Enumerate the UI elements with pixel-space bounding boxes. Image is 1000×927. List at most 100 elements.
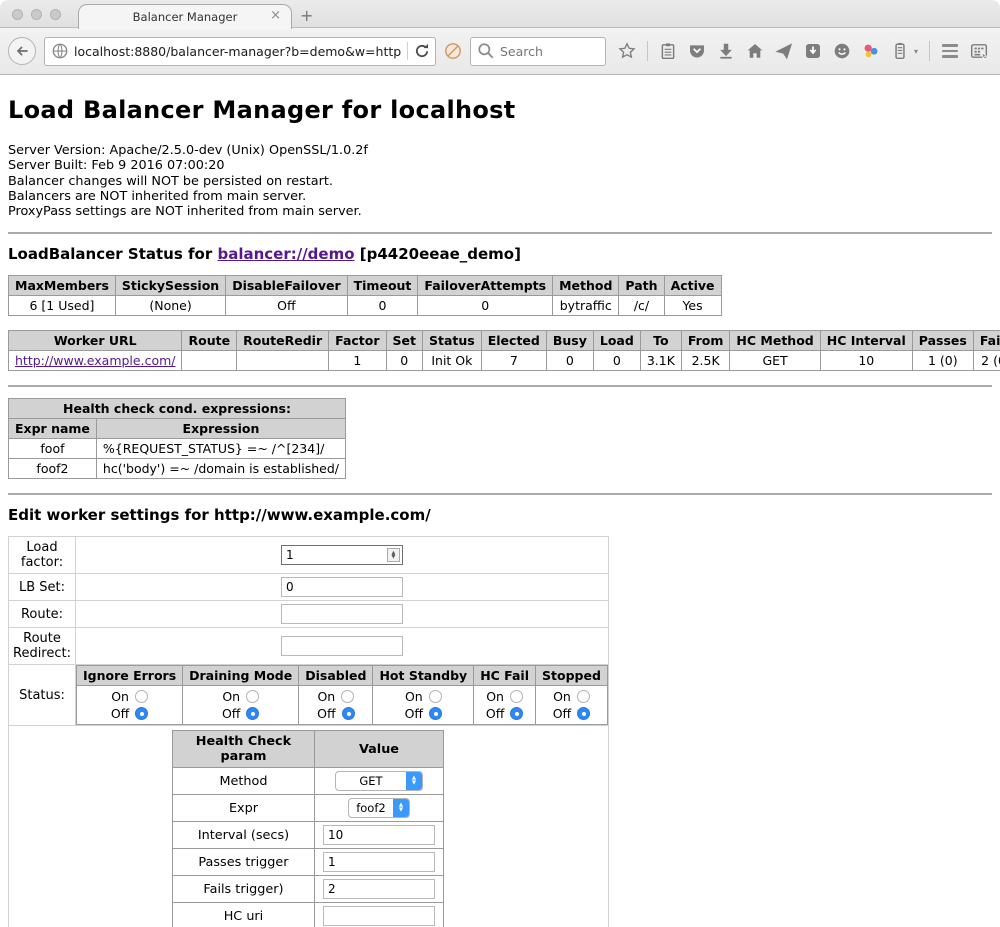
new-tab-button[interactable]: + xyxy=(300,6,313,25)
proxypass-notice-line: ProxyPass settings are NOT inherited fro… xyxy=(8,204,992,219)
url-bar[interactable] xyxy=(44,37,436,66)
menu-icon[interactable] xyxy=(941,42,959,60)
stopped-off-radio[interactable] xyxy=(577,707,590,720)
column-header: DisableFailover xyxy=(226,276,347,296)
route-redir-value xyxy=(237,351,329,371)
column-header: Timeout xyxy=(347,276,418,296)
close-window-button[interactable] xyxy=(12,9,23,20)
sticky-session-value: (None) xyxy=(115,296,225,316)
select-arrows-icon: ▲▼ xyxy=(393,798,409,818)
column-header: HC Method xyxy=(730,331,820,351)
load-factor-label: Load factor: xyxy=(9,537,76,574)
from-value: 2.5K xyxy=(681,351,730,371)
title-bar: Balancer Manager × + xyxy=(0,0,1000,28)
column-header: Status xyxy=(423,331,482,351)
column-header: Expression xyxy=(96,419,345,439)
home-icon[interactable] xyxy=(746,42,764,60)
save-page-icon[interactable] xyxy=(804,42,822,60)
ignore-errors-on-radio[interactable] xyxy=(135,690,148,703)
hello-smiley-icon[interactable] xyxy=(833,42,851,60)
search-bar[interactable] xyxy=(470,37,606,66)
balancer-demo-link[interactable]: balancer://demo xyxy=(217,245,354,263)
reload-icon[interactable] xyxy=(413,42,431,60)
column-header: Value xyxy=(314,731,444,768)
column-header: Route xyxy=(182,331,237,351)
column-header: Method xyxy=(553,276,619,296)
pocket-icon[interactable] xyxy=(688,42,706,60)
window-controls xyxy=(12,9,61,20)
bookmark-star-icon[interactable] xyxy=(618,42,636,60)
draining-mode-off-radio[interactable] xyxy=(246,707,259,720)
radio-label-off: Off xyxy=(317,706,335,721)
zoom-window-button[interactable] xyxy=(50,9,61,20)
radio-label-off: Off xyxy=(222,706,240,721)
load-factor-input[interactable] xyxy=(281,545,403,565)
colored-dots-icon[interactable] xyxy=(862,42,880,60)
browser-tab[interactable]: Balancer Manager × xyxy=(78,4,292,29)
hc-expr-selected-value: foof2 xyxy=(349,801,393,815)
hot-standby-on-radio[interactable] xyxy=(429,690,442,703)
tab-close-icon[interactable]: × xyxy=(270,8,281,23)
hc-expr-label: Expr xyxy=(173,795,314,822)
disabled-off-radio[interactable] xyxy=(342,707,355,720)
disabled-on-radio[interactable] xyxy=(341,690,354,703)
column-header: Passes xyxy=(912,331,973,351)
hc-expr-row: Expr foof2 ▲▼ xyxy=(173,795,444,822)
worker-url-link[interactable]: http://www.example.com/ xyxy=(15,353,175,368)
stopped-on-radio[interactable] xyxy=(577,690,590,703)
battery-clipboard-icon[interactable] xyxy=(891,42,909,60)
lb-set-input[interactable] xyxy=(281,577,403,597)
draining-mode-on-radio[interactable] xyxy=(246,690,259,703)
download-icon[interactable] xyxy=(717,42,735,60)
page-title: Load Balancer Manager for localhost xyxy=(8,75,992,124)
browser-window: Balancer Manager × + xyxy=(0,0,1000,927)
hc-method-label: Method xyxy=(173,768,314,795)
hc-expr-select[interactable]: foof2 ▲▼ xyxy=(348,798,410,818)
form-row-status: Status: Ignore Errors Draining Mode Disa… xyxy=(9,665,609,726)
number-stepper-icon[interactable]: ▲▼ xyxy=(387,548,400,562)
heading-prefix: LoadBalancer Status for xyxy=(8,245,217,263)
status-header-row: Ignore Errors Draining Mode Disabled Hot… xyxy=(77,666,608,686)
hc-uri-input[interactable] xyxy=(323,906,435,926)
passes-value: 1 (0) xyxy=(912,351,973,371)
route-input[interactable] xyxy=(281,604,403,624)
block-content-icon[interactable] xyxy=(444,42,462,60)
form-row-load-factor: Load factor: ▲▼ xyxy=(9,537,609,574)
url-input[interactable] xyxy=(74,44,402,59)
workers-table: Worker URL Route RouteRedir Factor Set S… xyxy=(8,330,1000,371)
chevron-down-icon[interactable]: ▾ xyxy=(914,47,918,56)
to-value: 3.1K xyxy=(640,351,681,371)
status-options-table: Ignore Errors Draining Mode Disabled Hot… xyxy=(76,665,608,725)
status-label: Status: xyxy=(9,665,76,726)
hc-passes-label: Passes trigger xyxy=(173,849,314,876)
tab-groups-icon[interactable] xyxy=(970,42,988,60)
send-icon[interactable] xyxy=(775,42,793,60)
expr-value: %{REQUEST_STATUS} =~ /^[234]/ xyxy=(96,439,345,459)
column-header: Fails xyxy=(973,331,1000,351)
health-expressions-table: Health check cond. expressions: Expr nam… xyxy=(8,398,346,479)
hc-interval-value: 10 xyxy=(820,351,912,371)
hot-standby-off-radio[interactable] xyxy=(429,707,442,720)
radio-label-on: On xyxy=(553,689,571,704)
ignore-errors-off-radio[interactable] xyxy=(135,707,148,720)
table-header-row: Health Check param Value xyxy=(173,731,444,768)
back-button[interactable] xyxy=(8,37,36,65)
edit-worker-form: Load factor: ▲▼ LB Set: Route: Route Red… xyxy=(8,536,609,927)
hc-fails-input[interactable] xyxy=(323,879,435,899)
status-radio-row: On Off On Off On Off xyxy=(77,686,608,725)
hc-passes-input[interactable] xyxy=(323,852,435,872)
clipboard-icon[interactable] xyxy=(659,42,677,60)
hc-method-select[interactable]: GET ▲▼ xyxy=(335,771,423,791)
route-redirect-input[interactable] xyxy=(281,636,403,656)
column-header: Ignore Errors xyxy=(77,666,183,686)
form-row-route: Route: xyxy=(9,601,609,628)
divider xyxy=(8,385,992,387)
server-built-line: Server Built: Feb 9 2016 07:00:20 xyxy=(8,158,992,173)
hc-fail-on-radio[interactable] xyxy=(510,690,523,703)
minimize-window-button[interactable] xyxy=(31,9,42,20)
hc-fail-off-radio[interactable] xyxy=(510,707,523,720)
radio-label-off: Off xyxy=(486,706,504,721)
hc-interval-input[interactable] xyxy=(323,825,435,845)
search-input[interactable] xyxy=(500,44,590,59)
active-value: Yes xyxy=(664,296,721,316)
